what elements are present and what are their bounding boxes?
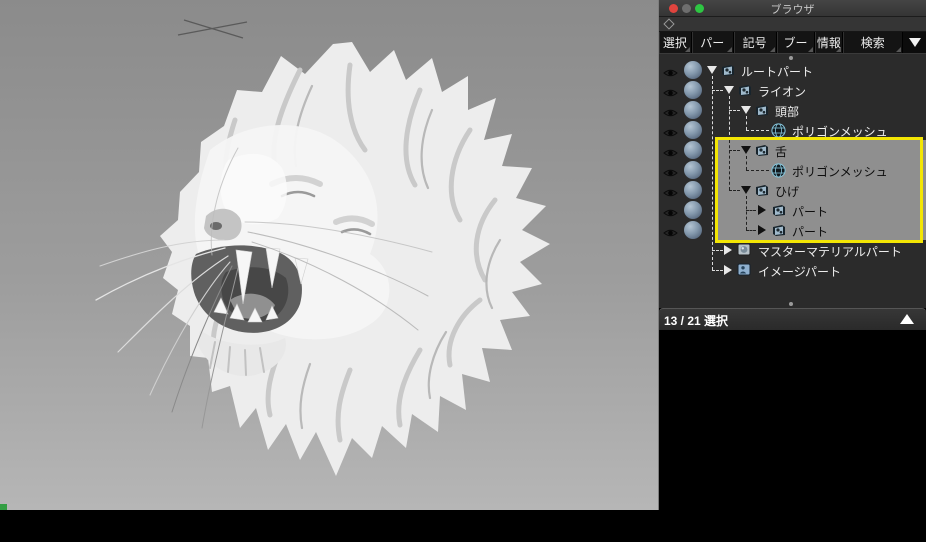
tree-row-1[interactable]: ライオン bbox=[659, 80, 926, 100]
tab-corner-mark bbox=[727, 47, 732, 52]
tab-0[interactable]: 選択 bbox=[659, 32, 692, 53]
status-bar: 13 / 21 選択 bbox=[659, 308, 926, 330]
chevron-down-icon bbox=[909, 38, 921, 47]
tree-row-label: ルートパート bbox=[741, 63, 813, 80]
tree-row-label: パート bbox=[792, 223, 828, 240]
browser-panel: ブラウザ 選択パー 記号ブー情報 検索 ルートパートライオン頭部ポリゴンメッシュ舌ポ… bbox=[658, 0, 926, 510]
tree-row-label: ポリゴンメッシュ bbox=[792, 163, 888, 180]
viewport-3d[interactable] bbox=[0, 0, 658, 510]
tree-row-label: マスターマテリアルパート bbox=[758, 243, 902, 260]
zoom-button[interactable] bbox=[695, 4, 704, 13]
tree-row-label: 舌 bbox=[775, 143, 787, 160]
scene-cross-marker bbox=[178, 20, 247, 38]
tab-1[interactable]: パー bbox=[692, 32, 734, 53]
tree-row-10[interactable]: イメージパート bbox=[659, 260, 926, 280]
tree-row-0[interactable]: ルートパート bbox=[659, 60, 926, 80]
axis-gizmo-fragment bbox=[0, 504, 7, 510]
tab-corner-mark bbox=[808, 47, 813, 52]
tree-row-8[interactable]: パート bbox=[659, 220, 926, 240]
lion-head-model bbox=[0, 0, 658, 510]
tab-5[interactable]: 検索 bbox=[843, 32, 903, 53]
visibility-sphere-button[interactable] bbox=[684, 221, 702, 239]
image-part-icon bbox=[737, 263, 751, 281]
tab-2[interactable]: 記号 bbox=[734, 32, 777, 53]
expander-collapsed-icon[interactable] bbox=[724, 245, 732, 255]
tab-label: 選択 bbox=[663, 34, 687, 51]
tab-4[interactable]: 情報 bbox=[815, 32, 843, 53]
visibility-sphere-button[interactable] bbox=[684, 181, 702, 199]
tab-label: パー bbox=[700, 34, 724, 51]
expander-expanded-icon[interactable] bbox=[741, 146, 751, 154]
minimize-button[interactable] bbox=[682, 4, 691, 13]
tree-row-label: パート bbox=[792, 203, 828, 220]
tree-row-label: ポリゴンメッシュ bbox=[792, 123, 888, 140]
tree-row-5[interactable]: ポリゴンメッシュ bbox=[659, 160, 926, 180]
tree-row-6[interactable]: ひげ bbox=[659, 180, 926, 200]
tree-row-4[interactable]: 舌 bbox=[659, 140, 926, 160]
selection-count: 13 / 21 選択 bbox=[664, 312, 728, 329]
splitter-handle-bottom[interactable] bbox=[789, 302, 793, 306]
tab-corner-mark bbox=[685, 47, 690, 52]
triangle-up-icon[interactable] bbox=[900, 314, 914, 324]
tree-row-3[interactable]: ポリゴンメッシュ bbox=[659, 120, 926, 140]
tab-overflow-button[interactable] bbox=[903, 32, 926, 53]
tab-corner-mark bbox=[896, 47, 901, 52]
tab-label: 検索 bbox=[861, 34, 885, 51]
tree-row-label: イメージパート bbox=[758, 263, 841, 280]
panel-empty-area bbox=[659, 330, 926, 542]
tree-row-2[interactable]: 頭部 bbox=[659, 100, 926, 120]
tree-row-7[interactable]: パート bbox=[659, 200, 926, 220]
visibility-sphere-button[interactable] bbox=[684, 61, 702, 79]
visibility-sphere-button[interactable] bbox=[684, 81, 702, 99]
visibility-sphere-button[interactable] bbox=[684, 161, 702, 179]
tab-corner-mark bbox=[836, 47, 841, 52]
expander-collapsed-icon[interactable] bbox=[758, 205, 766, 215]
expander-expanded-icon[interactable] bbox=[741, 186, 751, 194]
visibility-sphere-button[interactable] bbox=[684, 101, 702, 119]
tree-row-label: ひげ bbox=[775, 183, 799, 200]
diamond-icon[interactable] bbox=[663, 18, 674, 29]
tab-label: 記号 bbox=[743, 34, 767, 51]
window-titlebar[interactable]: ブラウザ bbox=[659, 0, 926, 17]
tree-row-label: 頭部 bbox=[775, 103, 799, 120]
expander-collapsed-icon[interactable] bbox=[724, 265, 732, 275]
expander-expanded-icon[interactable] bbox=[707, 66, 717, 74]
tab-label: ブー bbox=[783, 34, 807, 51]
close-button[interactable] bbox=[669, 4, 678, 13]
expander-collapsed-icon[interactable] bbox=[758, 225, 766, 235]
visibility-sphere-button[interactable] bbox=[684, 121, 702, 139]
visibility-sphere-button[interactable] bbox=[684, 141, 702, 159]
expander-expanded-icon[interactable] bbox=[724, 86, 734, 94]
object-tree[interactable]: ルートパートライオン頭部ポリゴンメッシュ舌ポリゴンメッシュひげパートパートマスタ… bbox=[659, 54, 926, 308]
visibility-sphere-button[interactable] bbox=[684, 201, 702, 219]
tab-3[interactable]: ブー bbox=[777, 32, 816, 53]
tab-bar: 選択パー 記号ブー情報 検索 bbox=[659, 32, 926, 54]
filter-row[interactable] bbox=[659, 17, 926, 32]
tree-row-label: ライオン bbox=[758, 83, 806, 100]
expander-expanded-icon[interactable] bbox=[741, 106, 751, 114]
master-material-icon bbox=[737, 243, 751, 261]
tree-row-9[interactable]: マスターマテリアルパート bbox=[659, 240, 926, 260]
tab-corner-mark bbox=[770, 47, 775, 52]
